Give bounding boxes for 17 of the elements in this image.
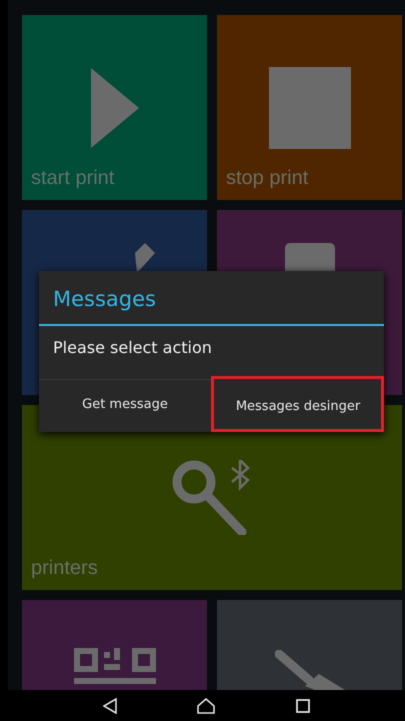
stop-icon (268, 66, 350, 148)
tile-label: start print (31, 167, 114, 190)
brush-icon (274, 650, 344, 690)
tile[interactable] (217, 600, 402, 690)
play-icon (90, 68, 138, 148)
back-icon[interactable] (103, 698, 118, 714)
tile[interactable]: stop print (217, 15, 402, 200)
dialog-button[interactable]: Messages desinger (211, 376, 384, 432)
tile-label: stop print (226, 167, 308, 190)
bluetooth-search-icon (172, 460, 252, 535)
tile-label: printers (31, 557, 98, 580)
tile[interactable] (22, 600, 207, 690)
home-icon[interactable] (197, 698, 216, 714)
dialog-message: Please select action (52, 337, 213, 359)
dialog-title: Messages (39, 271, 384, 326)
recent-apps-icon[interactable] (296, 698, 310, 712)
tile[interactable]: start print (22, 15, 207, 200)
